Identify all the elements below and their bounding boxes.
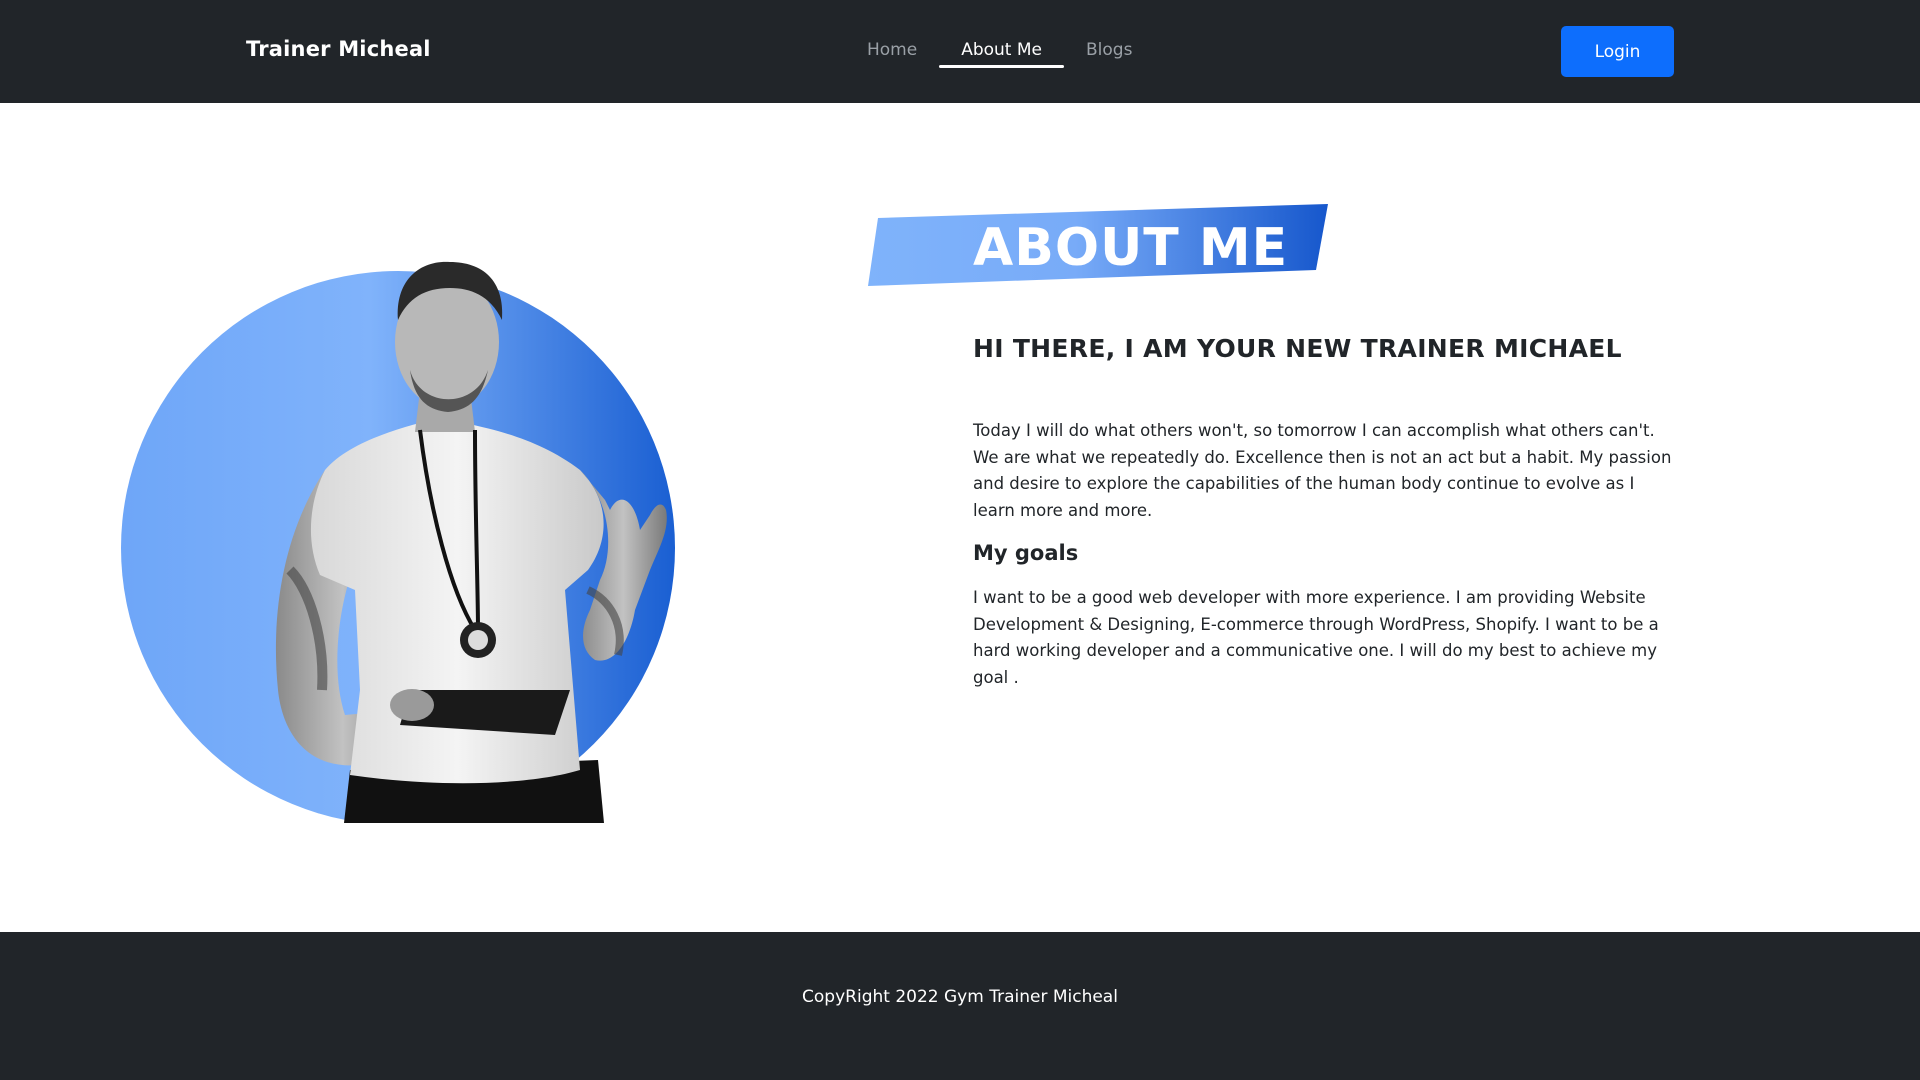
login-button[interactable]: Login bbox=[1561, 26, 1674, 77]
page-title: ABOUT ME bbox=[973, 218, 1289, 278]
trainer-illustration bbox=[121, 261, 675, 823]
intro-paragraph: Today I will do what others won't, so to… bbox=[973, 421, 1672, 520]
nav-link-blogs[interactable]: Blogs bbox=[1064, 36, 1154, 70]
trainer-portrait-image bbox=[110, 170, 710, 830]
nav-link-home[interactable]: Home bbox=[845, 36, 939, 70]
nav-links: Home About Me Blogs bbox=[845, 36, 1154, 70]
nav-link-about-me[interactable]: About Me bbox=[939, 36, 1064, 70]
goals-heading: My goals bbox=[973, 541, 1079, 565]
brand-logo[interactable]: Trainer Micheal bbox=[246, 37, 431, 61]
top-navbar: Trainer Micheal Home About Me Blogs Logi… bbox=[0, 0, 1920, 103]
greeting-heading: HI THERE, I AM YOUR NEW TRAINER MICHAEL bbox=[973, 334, 1622, 363]
copyright-text: CopyRight 2022 Gym Trainer Micheal bbox=[802, 987, 1118, 1007]
page-footer: CopyRight 2022 Gym Trainer Micheal bbox=[0, 932, 1920, 1080]
goals-paragraph: I want to be a good web developer with m… bbox=[973, 588, 1659, 687]
